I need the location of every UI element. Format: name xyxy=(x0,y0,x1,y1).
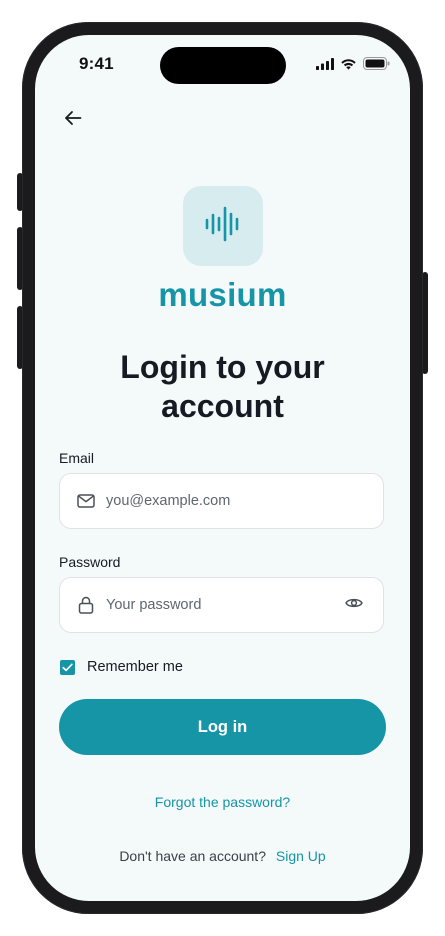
email-label: Email xyxy=(59,450,95,466)
signal-icon xyxy=(316,57,334,75)
email-input[interactable] xyxy=(106,493,383,509)
checkbox-checked-icon[interactable] xyxy=(60,659,75,675)
signup-row: Don't have an account? Sign Up xyxy=(35,848,410,864)
email-field[interactable] xyxy=(59,473,384,529)
arrow-left-icon xyxy=(64,110,82,131)
sound-wave-icon xyxy=(203,206,243,247)
forgot-password-link[interactable]: Forgot the password? xyxy=(35,794,410,810)
password-field[interactable] xyxy=(59,577,384,633)
eye-icon xyxy=(345,596,363,614)
back-button[interactable] xyxy=(59,106,87,134)
status-icons xyxy=(316,57,390,75)
dynamic-island xyxy=(160,47,286,84)
screen: 9:41 musium Login to your account Email … xyxy=(35,35,410,901)
password-input[interactable] xyxy=(106,597,342,613)
signup-link[interactable]: Sign Up xyxy=(276,848,326,864)
remember-me-checkbox[interactable]: Remember me xyxy=(60,659,183,675)
password-label: Password xyxy=(59,554,121,570)
battery-icon xyxy=(363,57,390,75)
brand-name: musium xyxy=(158,276,287,313)
signup-prompt: Don't have an account? xyxy=(119,848,266,864)
mail-icon xyxy=(76,491,96,511)
page-title: Login to your account xyxy=(35,348,410,426)
login-button[interactable]: Log in xyxy=(59,699,386,755)
status-bar: 9:41 xyxy=(35,35,410,95)
app-logo xyxy=(183,186,263,266)
remember-me-label: Remember me xyxy=(87,659,183,675)
lock-icon xyxy=(76,595,96,615)
toggle-password-visibility[interactable] xyxy=(342,593,366,617)
page-title-line2: account xyxy=(161,388,284,424)
status-time: 9:41 xyxy=(79,54,114,73)
wifi-icon xyxy=(340,57,357,75)
page-title-line1: Login to your xyxy=(120,349,325,385)
